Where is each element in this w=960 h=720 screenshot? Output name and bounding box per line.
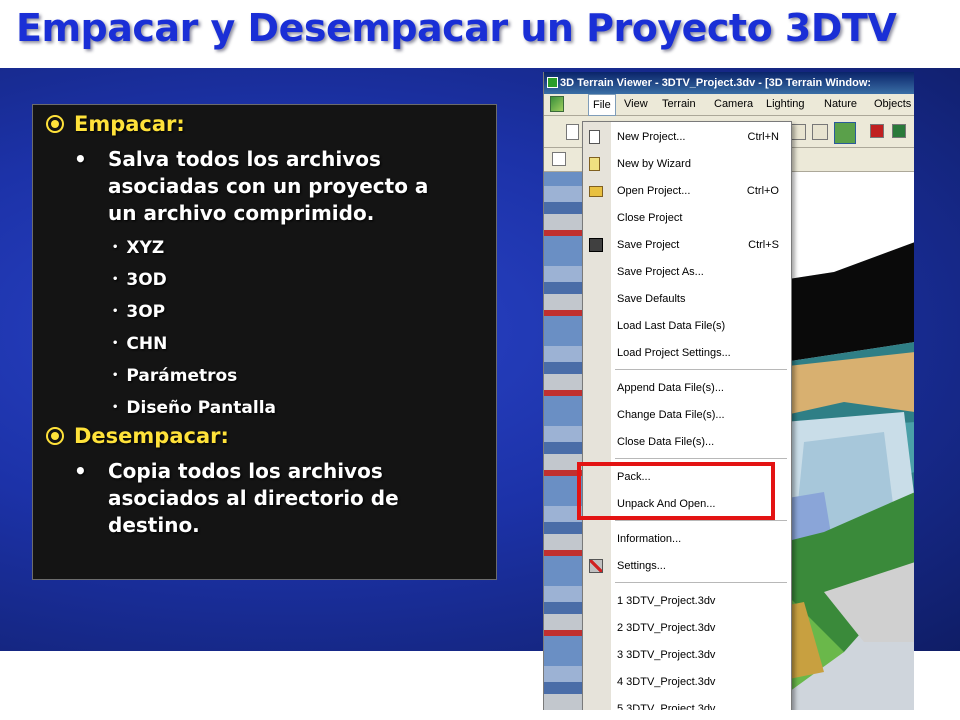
menu-item-new-by-wizard[interactable]: New by Wizard xyxy=(583,151,791,178)
app-logo-icon xyxy=(550,96,564,112)
bullet-icon xyxy=(46,115,64,133)
pack-unpack-highlight xyxy=(577,462,775,520)
bullet-icon: • xyxy=(74,147,87,171)
bullet-icon: • xyxy=(74,459,87,483)
menu-item-change-data[interactable]: Change Data File(s)... xyxy=(583,402,791,429)
menu-item-information[interactable]: Information... xyxy=(583,526,791,553)
open-folder-icon xyxy=(589,186,603,197)
check-green-icon[interactable] xyxy=(892,124,906,138)
menu-item-close-project[interactable]: Close Project xyxy=(583,205,791,232)
slide-title: Empacar y Desempacar un Proyecto 3DTV xyxy=(16,6,897,50)
menu-item-save-project-as[interactable]: Save Project As... xyxy=(583,259,791,286)
menu-item-save-project[interactable]: Save Project Ctrl+S xyxy=(583,232,791,259)
menu-view[interactable]: View xyxy=(620,97,652,111)
bullet-icon xyxy=(46,427,64,445)
menu-bar: File View Terrain Camera Lighting Nature… xyxy=(544,94,914,116)
menu-item-save-defaults[interactable]: Save Defaults xyxy=(583,286,791,313)
menu-file[interactable]: File xyxy=(588,94,616,116)
list-item: • Diseño Pantalla xyxy=(112,398,276,418)
app-icon xyxy=(547,77,558,88)
menu-item-recent-3[interactable]: 3 3DTV_Project.3dv xyxy=(583,642,791,669)
close-red-icon[interactable] xyxy=(870,124,884,138)
menu-separator xyxy=(615,520,787,521)
menu-item-open-project[interactable]: Open Project... Ctrl+O xyxy=(583,178,791,205)
list-item: • 3OD xyxy=(112,270,167,290)
save-disk-icon xyxy=(589,238,603,252)
tool-icon[interactable] xyxy=(790,124,806,140)
wizard-icon xyxy=(589,157,600,171)
new-file-icon[interactable] xyxy=(566,124,579,140)
menu-item-recent-2[interactable]: 2 3DTV_Project.3dv xyxy=(583,615,791,642)
menu-objects[interactable]: Objects xyxy=(870,97,914,111)
file-menu-dropdown: New Project... Ctrl+N New by Wizard Open … xyxy=(582,121,792,710)
window-titlebar: 3D Terrain Viewer - 3DTV_Project.3dv - [… xyxy=(544,72,914,94)
menu-separator xyxy=(615,582,787,583)
menu-item-load-project-settings[interactable]: Load Project Settings... xyxy=(583,340,791,367)
menu-terrain[interactable]: Terrain xyxy=(658,97,700,111)
menu-item-append-data[interactable]: Append Data File(s)... xyxy=(583,375,791,402)
section-text-desempacar: • Copia todos los archivos asociados al … xyxy=(74,459,399,537)
side-panel xyxy=(544,172,584,710)
menu-item-recent-5[interactable]: 5 3DTV_Project.3dv xyxy=(583,696,791,710)
menu-nature[interactable]: Nature xyxy=(820,97,861,111)
menu-item-settings[interactable]: Settings... xyxy=(583,553,791,580)
list-item: • XYZ xyxy=(112,238,165,258)
list-item: • Parámetros xyxy=(112,366,238,386)
settings-tools-icon xyxy=(589,559,603,573)
menu-item-recent-4[interactable]: 4 3DTV_Project.3dv xyxy=(583,669,791,696)
menu-item-close-data[interactable]: Close Data File(s)... xyxy=(583,429,791,456)
menu-item-recent-1[interactable]: 1 3DTV_Project.3dv xyxy=(583,588,791,615)
menu-item-load-last-data[interactable]: Load Last Data File(s) xyxy=(583,313,791,340)
new-document-icon xyxy=(589,130,600,144)
list-item: • CHN xyxy=(112,334,168,354)
section-heading-empacar: Empacar: xyxy=(46,112,185,136)
menu-separator xyxy=(615,458,787,459)
list-item: • 3OP xyxy=(112,302,166,322)
tool-icon[interactable] xyxy=(812,124,828,140)
menu-item-new-project[interactable]: New Project... Ctrl+N xyxy=(583,124,791,151)
menu-lighting[interactable]: Lighting xyxy=(762,97,809,111)
menu-separator xyxy=(615,369,787,370)
terrain-tool-icon[interactable] xyxy=(834,122,856,144)
app-screenshot: 3D Terrain Viewer - 3DTV_Project.3dv - [… xyxy=(543,72,914,710)
section-heading-desempacar: Desempacar: xyxy=(46,424,229,448)
menu-camera[interactable]: Camera xyxy=(710,97,757,111)
grip-icon[interactable] xyxy=(552,152,566,166)
section-text-empacar: • Salva todos los archivos asociadas con… xyxy=(74,147,429,225)
